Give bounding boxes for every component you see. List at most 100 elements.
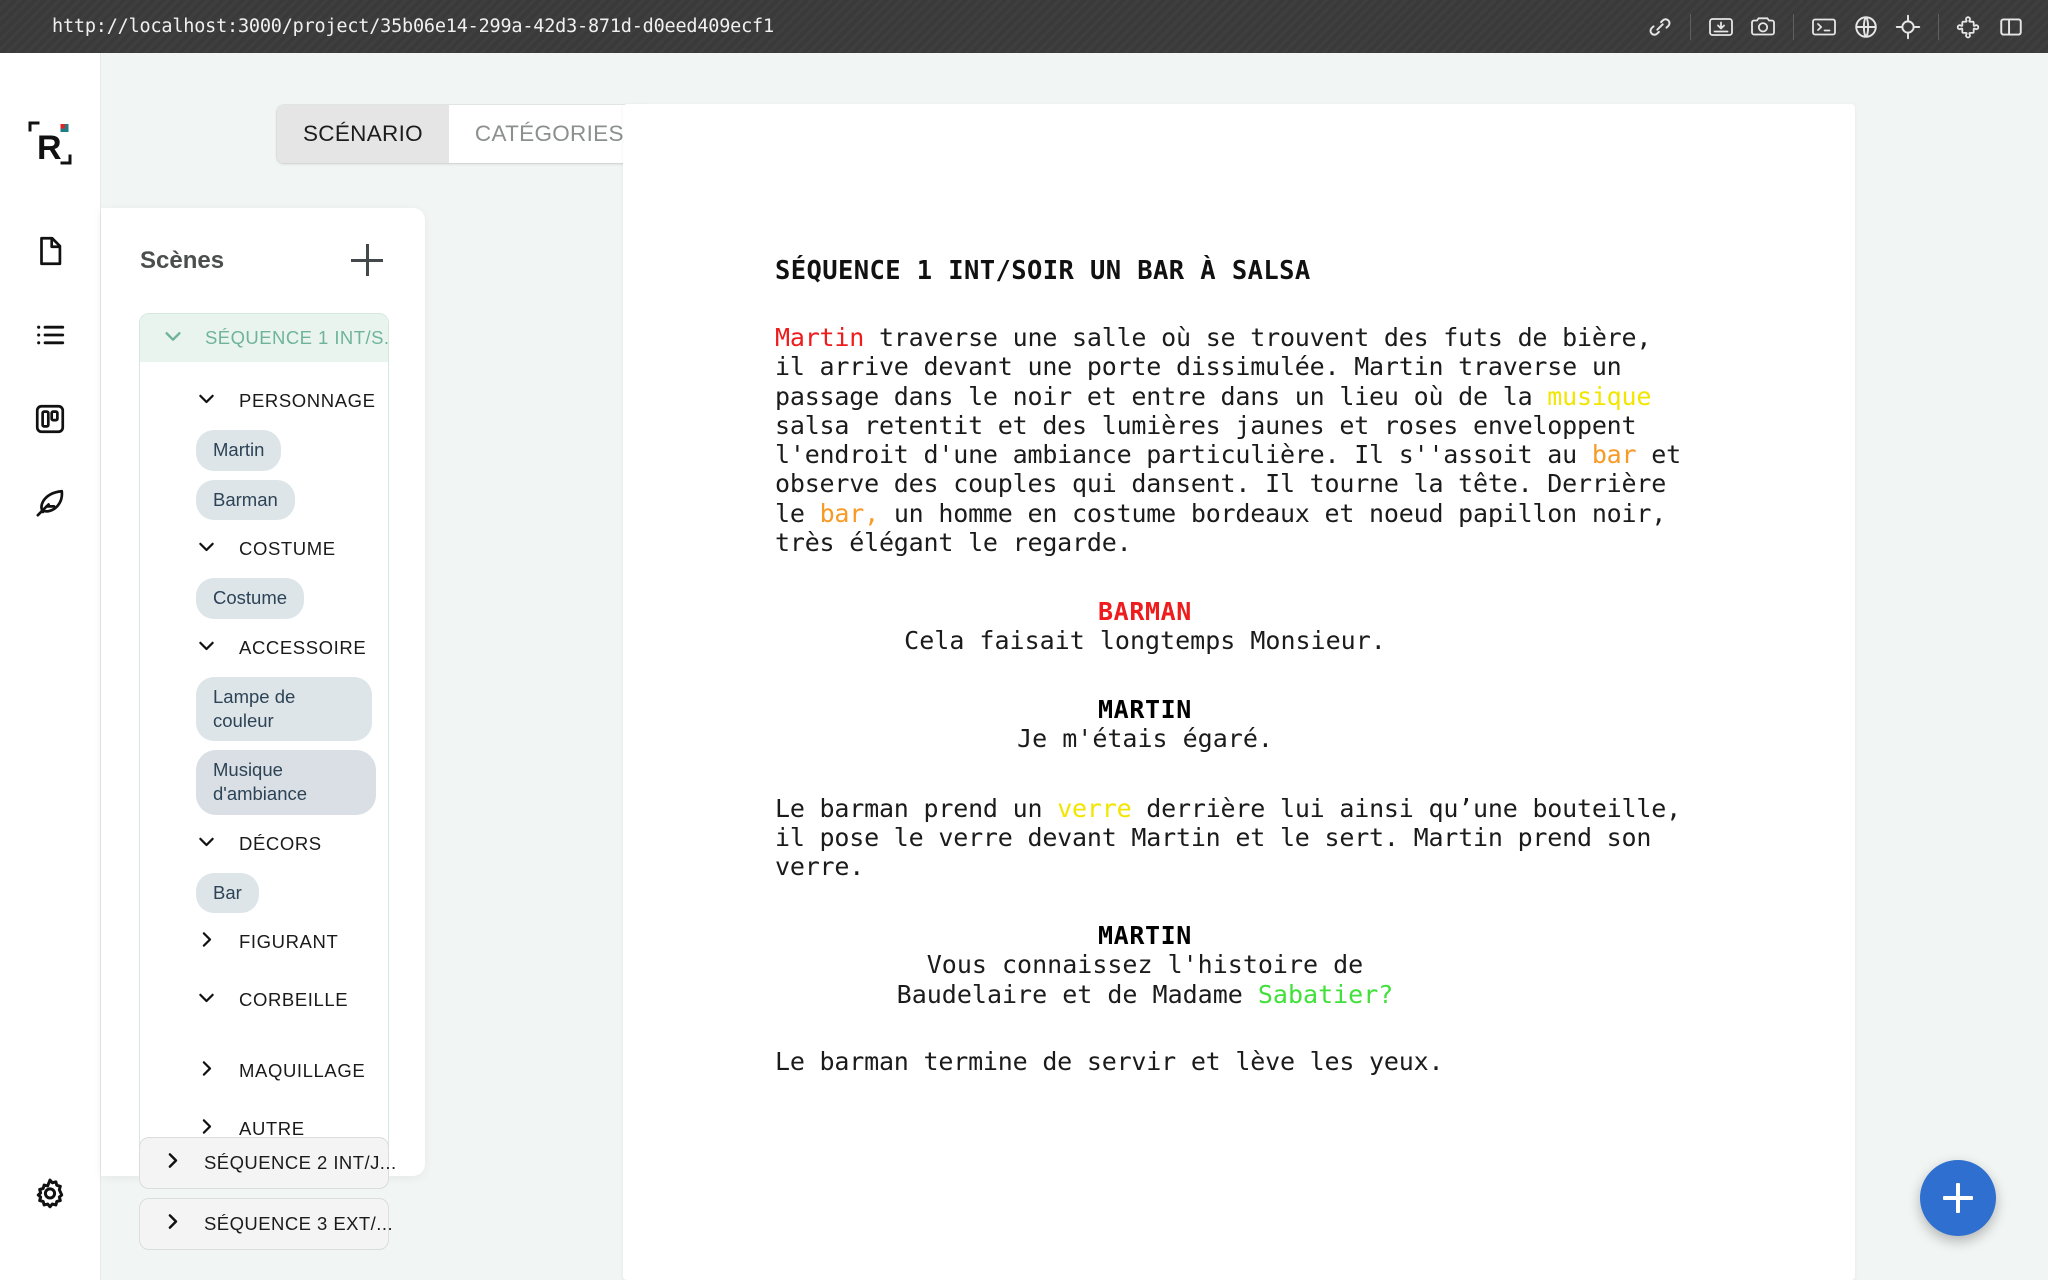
category-row-maquillage[interactable]: MAQUILLAGE: [140, 1042, 388, 1100]
character-cue[interactable]: MARTIN: [775, 921, 1515, 950]
category-label: ACCESSOIRE: [239, 637, 367, 659]
category-row-decors[interactable]: DÉCORS: [140, 815, 388, 873]
script-document[interactable]: SÉQUENCE 1 INT/SOIR UN BAR À SALSA Marti…: [623, 104, 1855, 1280]
tab-scenario[interactable]: SCÉNARIO: [277, 105, 449, 163]
left-nav-rail: R: [0, 53, 101, 1280]
category-label: PERSONNAGE: [239, 390, 376, 411]
sidebar-item-settings[interactable]: [28, 1173, 72, 1217]
script-body: SÉQUENCE 1 INT/SOIR UN BAR À SALSA Marti…: [623, 104, 1855, 1076]
browser-actions: [1639, 0, 2048, 53]
dialogue-line: Baudelaire et de Madame Sabatier?: [775, 980, 1515, 1009]
category-row-accessoire[interactable]: ACCESSOIRE: [140, 619, 388, 677]
camera-icon[interactable]: [1742, 0, 1784, 53]
character-cue[interactable]: BARMAN: [775, 597, 1515, 626]
chevron-down-icon: [162, 325, 184, 352]
category-label: COSTUME: [239, 538, 336, 560]
action-paragraph-1: Martin traverse une salle où se trouvent…: [775, 323, 1695, 557]
sequence-row-3[interactable]: SÉQUENCE 3 EXT/...: [139, 1198, 393, 1250]
entity-musique[interactable]: musique: [1547, 382, 1651, 411]
chevron-down-icon: [196, 388, 217, 414]
chevron-right-icon: [196, 1058, 217, 1084]
chevron-right-icon: [162, 1150, 183, 1176]
browser-toolbar: info-icon http://localhost:3000/project/…: [0, 0, 2048, 53]
entity-verre[interactable]: verre: [1057, 794, 1131, 823]
tag-group-decors: Bar: [140, 872, 388, 914]
chevron-down-icon: [196, 831, 217, 857]
tag-item[interactable]: Lampe de couleur: [196, 677, 372, 742]
sidebar-item-board[interactable]: [28, 397, 72, 441]
page-title: Scènes: [140, 247, 225, 274]
sidebar-item-list[interactable]: [28, 313, 72, 357]
category-label: MAQUILLAGE: [239, 1060, 366, 1082]
sequence-card-1: SÉQUENCE 1 INT/S... PERSONNAGE Martin Ba…: [139, 313, 389, 1176]
link-icon[interactable]: [1639, 0, 1681, 53]
sidebar-item-writing[interactable]: [28, 481, 72, 525]
add-scene-button[interactable]: [351, 244, 385, 278]
tag-group-personnage: Martin Barman: [140, 430, 388, 521]
tag-item[interactable]: Martin: [196, 430, 282, 471]
chevron-down-icon: [196, 536, 217, 562]
dialogue-line: Vous connaissez l'histoire de: [926, 950, 1364, 980]
app-surface: SCÉNARIO CATÉGORIES Scènes SÉQUENCE 1 IN…: [101, 53, 2048, 1280]
entity-bar[interactable]: bar,: [820, 499, 880, 528]
chevron-down-icon: [196, 987, 217, 1013]
view-tabs: SCÉNARIO CATÉGORIES: [277, 105, 650, 163]
tag-item[interactable]: Costume: [196, 578, 305, 620]
download-image-icon[interactable]: [1700, 0, 1742, 53]
paragraph-text: traverse une salle où se trouvent des fu…: [775, 323, 1652, 411]
entity-martin[interactable]: Martin: [775, 323, 864, 352]
category-label: CORBEILLE: [239, 989, 349, 1011]
tab-categories[interactable]: CATÉGORIES: [448, 105, 650, 163]
sequence-row-2[interactable]: SÉQUENCE 2 INT/J...: [139, 1137, 396, 1189]
chevron-right-icon: [162, 1211, 183, 1237]
sidebar-item-document[interactable]: [28, 229, 72, 273]
entity-sabatier[interactable]: Sabatier?: [1258, 980, 1393, 1009]
paragraph-text: Le barman prend un: [775, 793, 1058, 823]
category-label: DÉCORS: [239, 832, 322, 854]
scenes-panel-header: Scènes: [101, 208, 425, 278]
scene-heading: SÉQUENCE 1 INT/SOIR UN BAR À SALSA: [775, 256, 1311, 286]
terminal-icon[interactable]: [1803, 0, 1845, 53]
chevron-down-icon: [196, 635, 217, 661]
action-paragraph-2: Le barman prend un verre derrière lui ai…: [775, 794, 1695, 882]
dialogue-block-1: BARMAN Cela faisait longtemps Monsieur.: [775, 597, 1855, 655]
dialogue-block-3: MARTIN Vous connaissez l'histoire de Bau…: [775, 921, 1855, 1009]
paragraph-text: un homme en costume bordeaux et noeud pa…: [775, 498, 1667, 557]
dialogue-line: Je m'étais égaré.: [1017, 724, 1273, 754]
app-logo[interactable]: R: [22, 115, 78, 171]
split-panel-icon[interactable]: [1990, 0, 2032, 53]
address-bar[interactable]: http://localhost:3000/project/35b06e14-2…: [52, 16, 774, 37]
sequence-label: SÉQUENCE 1 INT/S...: [205, 327, 388, 348]
category-label: FIGURANT: [239, 931, 339, 953]
scenes-panel: Scènes SÉQUENCE 1 INT/S... PERSONNAGE Ma…: [101, 208, 425, 1176]
dialogue-text: Baudelaire et de Madame: [896, 979, 1258, 1009]
tag-group-accessoire: Lampe de couleur Musique d'ambiance: [140, 677, 388, 815]
dialogue-block-2: MARTIN Je m'étais égaré.: [775, 695, 1855, 753]
sequence-header-1[interactable]: SÉQUENCE 1 INT/S...: [140, 314, 388, 362]
globe-icon[interactable]: [1845, 0, 1887, 53]
crosshair-icon[interactable]: [1887, 0, 1929, 53]
rail-nav-items: [28, 229, 72, 525]
toolbar-divider: [1690, 13, 1691, 40]
toolbar-divider: [1793, 13, 1794, 40]
chevron-right-icon: [196, 929, 217, 955]
tag-item[interactable]: Bar: [196, 872, 259, 914]
svg-text:R: R: [37, 129, 62, 167]
category-row-personnage[interactable]: PERSONNAGE: [140, 372, 388, 430]
dialogue-line: Cela faisait longtemps Monsieur.: [904, 626, 1386, 655]
puzzle-icon[interactable]: [1948, 0, 1990, 53]
category-row-figurant[interactable]: FIGURANT: [140, 913, 388, 971]
add-element-button[interactable]: [1920, 1160, 1996, 1236]
category-row-costume[interactable]: COSTUME: [140, 520, 388, 578]
tag-item[interactable]: Barman: [196, 479, 295, 521]
paragraph-text: salsa retentit et des lumières jaunes et…: [775, 410, 1637, 469]
toolbar-divider: [1938, 13, 1939, 40]
tag-group-costume: Costume: [140, 578, 388, 620]
sequence-tree: PERSONNAGE Martin Barman COSTUME Costume…: [140, 362, 388, 1176]
entity-bar[interactable]: bar: [1592, 440, 1637, 469]
tag-item[interactable]: Musique d'ambiance: [196, 750, 376, 815]
character-cue[interactable]: MARTIN: [775, 695, 1515, 724]
category-row-corbeille[interactable]: CORBEILLE: [140, 971, 388, 1029]
sequence-label: SÉQUENCE 3 EXT/...: [204, 1213, 394, 1234]
